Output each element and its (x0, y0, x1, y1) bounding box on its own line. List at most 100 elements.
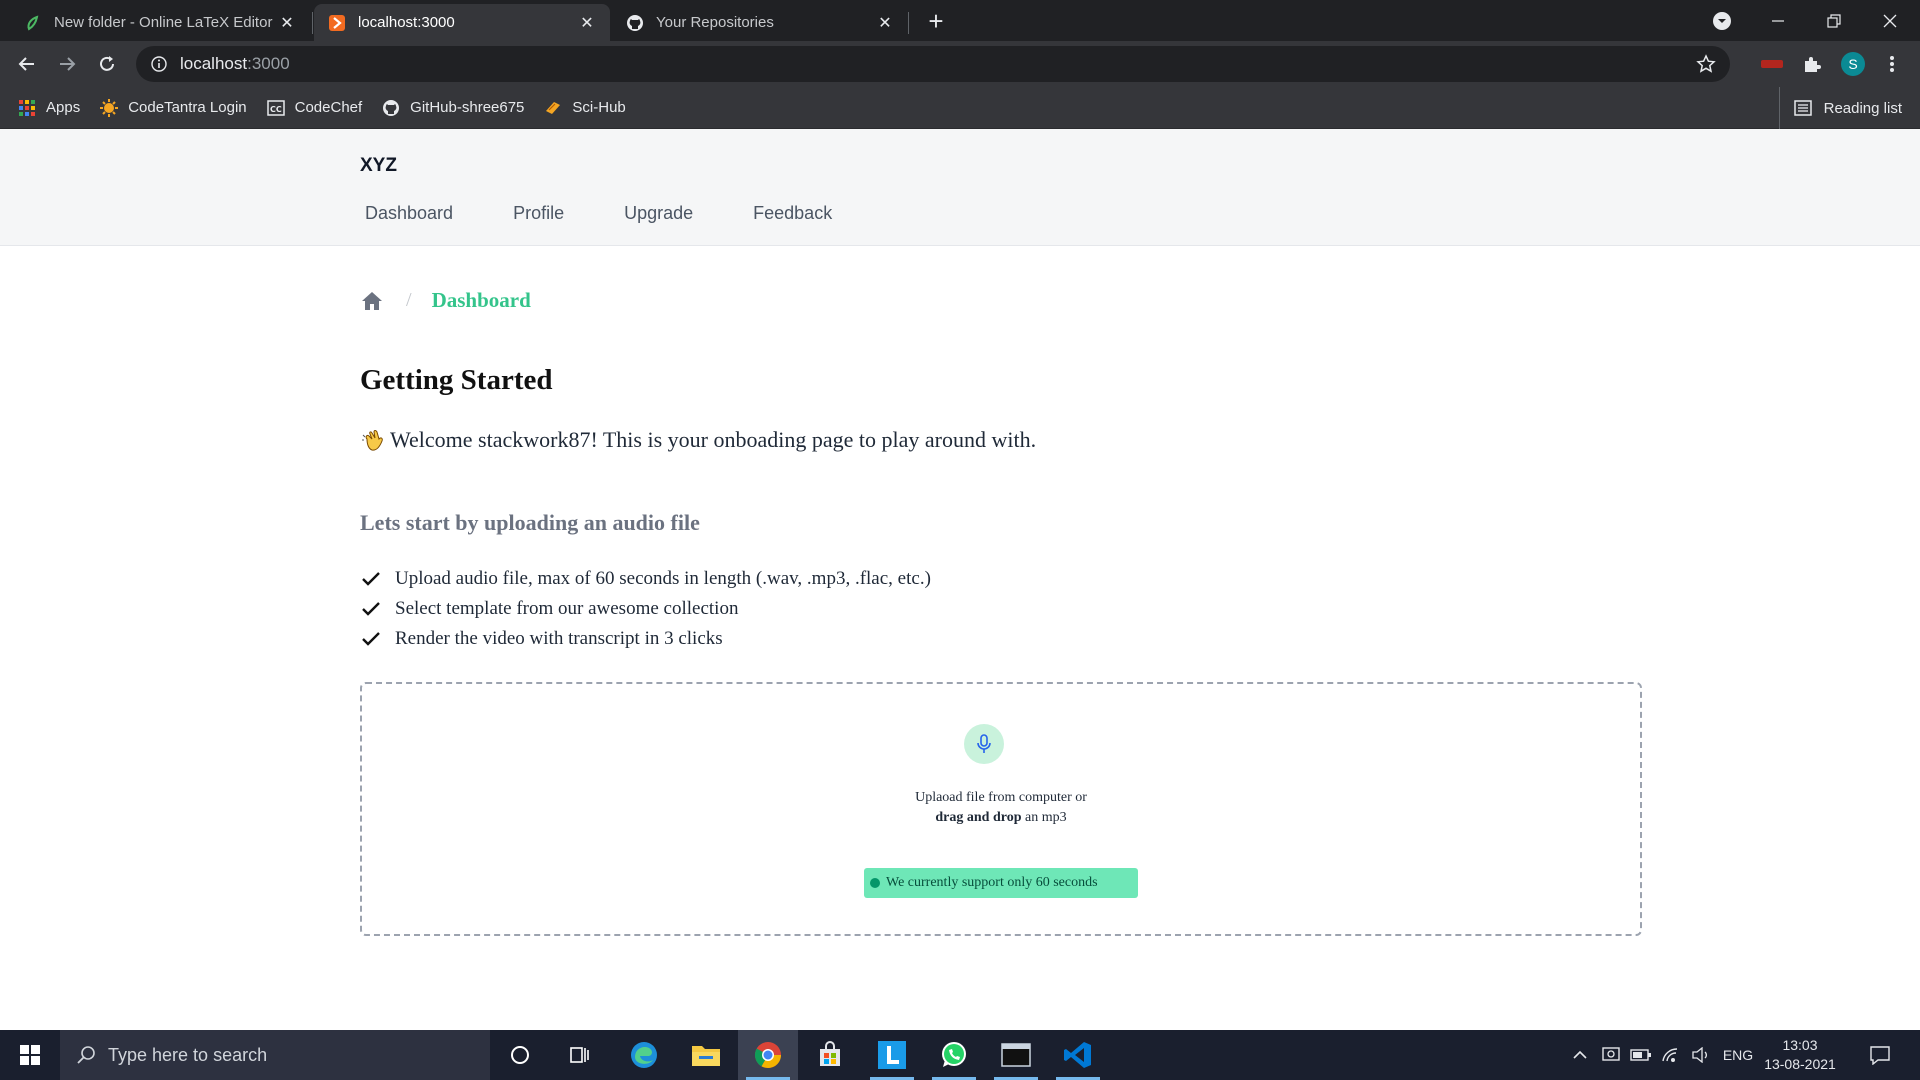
tab-localhost[interactable]: localhost:3000 ✕ (314, 4, 610, 41)
tray-wifi[interactable] (1658, 1030, 1684, 1080)
windows-logo-icon (20, 1045, 40, 1065)
cortana-circle-icon (511, 1046, 529, 1064)
welcome-message: Welcome stackwork87! This is your onboad… (360, 426, 1036, 454)
edge-browser-icon (631, 1042, 657, 1068)
battery-icon (1630, 1049, 1651, 1061)
tray-language[interactable]: ENG (1718, 1030, 1758, 1080)
chevron-down-icon (1713, 11, 1731, 30)
arrow-left-icon (18, 57, 34, 71)
taskbar-vscode[interactable] (1048, 1030, 1108, 1080)
tab-overleaf[interactable]: New folder - Online LaTeX Editor ✕ (10, 4, 310, 41)
bookmark-github[interactable]: GitHub-shree675 (382, 99, 524, 117)
bookmark-scihub[interactable]: Sci-Hub (544, 99, 626, 117)
store-bag-icon (820, 1041, 840, 1066)
address-bar[interactable]: localhost:3000 (136, 46, 1730, 82)
waving-hand-icon (360, 426, 388, 454)
taskbar-chrome[interactable] (738, 1030, 798, 1080)
reading-list-button[interactable]: Reading list (1778, 87, 1902, 129)
taskbar-whatsapp[interactable] (924, 1030, 984, 1080)
notification-icon (1870, 1046, 1890, 1065)
apps-grid-icon (18, 99, 36, 117)
list-item: Select template from our awesome collect… (360, 594, 931, 624)
tray-meet-now[interactable] (1598, 1030, 1624, 1080)
extensions-puzzle-icon[interactable] (1800, 52, 1824, 76)
microphone-icon[interactable] (964, 724, 1004, 764)
codetantra-icon (100, 98, 119, 117)
task-view-button[interactable] (550, 1030, 610, 1080)
reload-button[interactable] (92, 49, 122, 79)
forward-button[interactable] (52, 49, 82, 79)
tray-volume[interactable] (1688, 1030, 1714, 1080)
chrome-icon (754, 1042, 782, 1069)
section-heading: Lets start by uploading an audio file (360, 510, 700, 535)
taskbar-l-app[interactable] (862, 1030, 922, 1080)
show-hidden-icons-button[interactable] (1568, 1030, 1592, 1080)
tab-github[interactable]: Your Repositories ✕ (612, 4, 908, 41)
duration-limit-badge: We currently support only 60 seconds (864, 868, 1138, 898)
codechef-icon: CC (266, 99, 285, 117)
app-header: XYZ Dashboard Profile Upgrade Feedback (0, 129, 1920, 246)
bookmarks-bar: Apps CodeTantra Login CC CodeChef GitHub… (0, 87, 1920, 129)
svg-text:CC: CC (270, 105, 282, 114)
wifi-icon (1662, 1048, 1678, 1062)
close-tab-icon[interactable]: ✕ (876, 14, 894, 32)
taskbar-search[interactable]: Type here to search (60, 1030, 490, 1080)
nav-upgrade[interactable]: Upgrade (619, 203, 699, 246)
action-center-button[interactable] (1860, 1030, 1900, 1080)
taskbar-file-explorer[interactable] (676, 1030, 736, 1080)
list-item: Upload audio file, max of 60 seconds in … (360, 564, 931, 594)
bookmark-codechef[interactable]: CC CodeChef (266, 99, 362, 117)
minimize-button[interactable] (1750, 0, 1806, 41)
tab-search-button[interactable] (1694, 0, 1750, 41)
close-window-button[interactable] (1862, 0, 1918, 41)
nav-feedback[interactable]: Feedback (748, 203, 838, 246)
back-button[interactable] (12, 49, 42, 79)
nav-profile[interactable]: Profile (508, 203, 570, 246)
checkmark-icon (360, 568, 382, 590)
browser-toolbar: localhost:3000 S (0, 41, 1920, 87)
more-menu-icon[interactable] (1880, 52, 1904, 76)
brand-logo[interactable]: XYZ (360, 155, 397, 177)
home-icon[interactable] (360, 289, 384, 313)
tab-divider (312, 12, 313, 34)
page-title: Getting Started (360, 364, 553, 396)
arrow-right-icon (60, 57, 76, 71)
breadcrumb-current: Dashboard (431, 288, 531, 312)
overleaf-leaf-icon (24, 14, 42, 32)
reload-icon (100, 56, 114, 71)
bookmark-star-icon[interactable] (1696, 54, 1716, 74)
device-icon (1602, 1047, 1620, 1061)
nav-dashboard[interactable]: Dashboard (360, 203, 459, 246)
checkmark-icon (360, 628, 382, 650)
site-info-icon[interactable] (150, 55, 168, 73)
taskbar-store[interactable] (800, 1030, 860, 1080)
l-app-icon (878, 1041, 906, 1069)
chevron-up-icon (1573, 1050, 1587, 1059)
folder-icon (692, 1046, 720, 1066)
breadcrumb-separator: / (406, 289, 412, 311)
close-tab-icon[interactable]: ✕ (578, 14, 596, 32)
extension-icon[interactable] (1760, 52, 1784, 76)
taskbar-edge[interactable] (614, 1030, 674, 1080)
breadcrumb: / Dashboard (360, 288, 531, 313)
taskbar-clock[interactable]: 13:03 13-08-2021 (1760, 1036, 1840, 1074)
close-tab-icon[interactable]: ✕ (278, 14, 296, 32)
search-icon (76, 1045, 96, 1065)
orange-app-icon (328, 14, 346, 32)
cortana-button[interactable] (490, 1030, 550, 1080)
start-button[interactable] (0, 1030, 60, 1080)
github-icon (382, 99, 400, 117)
github-icon (626, 14, 644, 32)
bookmark-apps[interactable]: Apps (18, 99, 80, 117)
reading-list-icon (1793, 99, 1812, 117)
profile-avatar[interactable]: S (1841, 52, 1865, 76)
new-tab-button[interactable]: + (922, 8, 950, 36)
url-text: localhost:3000 (180, 54, 290, 73)
tray-battery[interactable] (1628, 1030, 1654, 1080)
task-view-icon (570, 1047, 589, 1063)
taskbar-terminal[interactable] (986, 1030, 1046, 1080)
restore-button[interactable] (1806, 0, 1862, 41)
list-item: Render the video with transcript in 3 cl… (360, 624, 931, 654)
file-dropzone[interactable]: Uplaoad file from computer or drag and d… (360, 682, 1642, 936)
bookmark-codetantra[interactable]: CodeTantra Login (100, 98, 247, 117)
